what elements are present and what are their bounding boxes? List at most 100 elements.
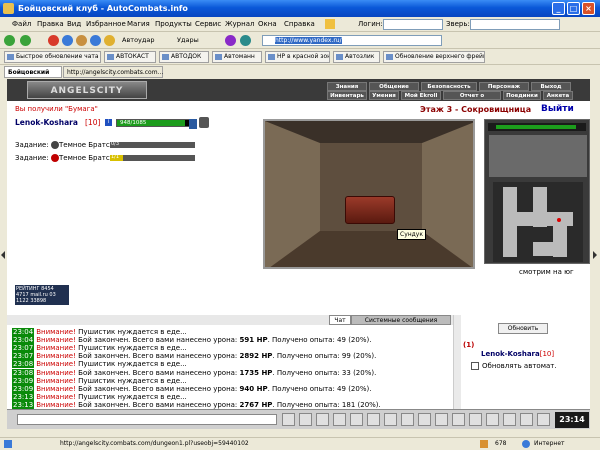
smile-icon[interactable]	[316, 413, 329, 426]
status-zone: Интернет	[534, 440, 565, 447]
mail-icon[interactable]	[452, 413, 465, 426]
clear-icon[interactable]	[299, 413, 312, 426]
link-fast-chat-refresh[interactable]: Быстрое обновление чата	[4, 51, 101, 63]
menu-file[interactable]: Файл	[12, 20, 31, 28]
minimap-panel	[484, 119, 590, 264]
status-count: 678	[495, 440, 507, 447]
udary-button[interactable]: Удары	[177, 36, 199, 44]
game-menu-security[interactable]: Безопасность	[421, 82, 477, 91]
login-input[interactable]	[383, 19, 443, 30]
player-level: [10]	[85, 118, 101, 127]
tab-angelscity[interactable]: http://angelscity.combats.com...	[63, 66, 163, 78]
minimize-button[interactable]: _	[552, 2, 565, 15]
filter-icon[interactable]	[333, 413, 346, 426]
map-icon[interactable]	[469, 413, 482, 426]
exit-icon[interactable]	[503, 413, 516, 426]
menu-edit[interactable]: Правка	[37, 20, 64, 28]
game-menu-fights[interactable]: Поединки	[503, 91, 541, 100]
magic-icon[interactable]	[225, 35, 236, 46]
menu-magic[interactable]: Магия	[127, 20, 150, 28]
music-icon[interactable]	[401, 413, 414, 426]
beast-select[interactable]	[470, 19, 560, 30]
player-name[interactable]: Lenok-Koshara	[15, 118, 78, 127]
dungeon-view[interactable]	[263, 119, 475, 269]
link-hp-red-zone[interactable]: HP в красной зоне	[265, 51, 330, 63]
options-icon[interactable]	[486, 413, 499, 426]
link-top-frame-refresh[interactable]: Обновление верхнего фрейма	[383, 51, 485, 63]
refresh-button[interactable]: Обновить	[498, 323, 548, 334]
tab-fight-club[interactable]: Бойцовский клуб	[4, 66, 62, 87]
menu-journal[interactable]: Журнал	[225, 20, 254, 28]
link-autodoc[interactable]: АВТОДОК	[159, 51, 209, 63]
internet-zone-icon	[522, 440, 530, 448]
online-player-name[interactable]: Lenok-Koshara	[481, 350, 540, 358]
back-icon[interactable]	[4, 35, 15, 46]
game-menu-communication[interactable]: Общение	[369, 82, 419, 91]
menu-windows[interactable]: Окна	[258, 20, 277, 28]
gear-icon[interactable]	[537, 413, 550, 426]
menu-products[interactable]: Продукты	[155, 20, 192, 28]
map-grid	[503, 187, 573, 257]
favorites-icon[interactable]	[104, 35, 115, 46]
send-icon[interactable]	[282, 413, 295, 426]
game-menu-ekroll[interactable]: Мой Ekroll	[401, 91, 441, 100]
link-autozlik[interactable]: Автозлик	[333, 51, 380, 63]
translit-icon[interactable]	[350, 413, 363, 426]
task-label: Задание:	[15, 141, 49, 149]
address-bar[interactable]: http://www.yandex.ru/	[262, 35, 442, 46]
sound-icon[interactable]	[418, 413, 431, 426]
rating-counter-badge[interactable]: РЕЙТИНГ 8454 4717 mail.ru 03 1122 33898	[15, 285, 69, 305]
task-label: Задание:	[15, 154, 49, 162]
search-icon[interactable]	[90, 35, 101, 46]
chat-input[interactable]	[17, 414, 277, 425]
task-progress-text: 1/1	[111, 154, 120, 160]
menu-view[interactable]: Вид	[67, 20, 81, 28]
forward-icon[interactable]	[20, 35, 31, 46]
rune-icon	[189, 119, 197, 129]
game-menu-knowledge[interactable]: Знания	[327, 82, 367, 91]
chest[interactable]	[345, 196, 395, 224]
received-item-message: Вы получили "Бумага"	[15, 105, 98, 113]
compass-icon[interactable]	[489, 135, 587, 177]
game-menu-transfer-report[interactable]: Отчет о переводах	[443, 91, 501, 108]
autoudar-button[interactable]: Автоудар	[122, 36, 155, 44]
game-menu-character[interactable]: Персонаж	[479, 82, 529, 91]
collapse-left-icon[interactable]	[1, 251, 5, 259]
friends-icon[interactable]	[384, 413, 397, 426]
game-menu-exit[interactable]: Выход	[531, 82, 571, 91]
page-icon	[4, 440, 12, 448]
exit-link[interactable]: Выйти	[541, 104, 574, 114]
online-player[interactable]: Lenok-Koshara[10]	[481, 350, 554, 358]
auto-refresh-checkbox[interactable]	[471, 362, 479, 370]
auto-refresh-option[interactable]: Обновлять автомат.	[471, 362, 557, 370]
hp-text: 948/1085	[120, 120, 147, 126]
chat-time[interactable]: 23:13	[12, 400, 35, 409]
tab-chat[interactable]: Чат	[329, 315, 351, 325]
chat-line: 23:13 Внимание! Бой закончен. Всего вами …	[12, 400, 452, 409]
menu-service[interactable]: Сервис	[195, 20, 221, 28]
help-icon[interactable]	[435, 413, 448, 426]
game-menu-inventory[interactable]: Инвентарь	[327, 91, 367, 100]
tab-system-messages[interactable]: Системные сообщения	[351, 315, 451, 325]
chat-scrollbar[interactable]	[453, 315, 461, 409]
collapse-right-icon[interactable]	[593, 251, 597, 259]
game-menu-profile[interactable]: Анкета	[543, 91, 573, 100]
close-button[interactable]: ×	[582, 2, 595, 15]
link-automann[interactable]: Автоманн	[212, 51, 262, 63]
link-autocast[interactable]: АВТОКАСТ	[104, 51, 156, 63]
task-row-2: Задание: Темное Братство 1/1	[15, 154, 215, 164]
stop-icon[interactable]	[48, 35, 59, 46]
refresh-icon[interactable]	[62, 35, 73, 46]
maximize-button[interactable]: □	[567, 2, 580, 15]
chat-settings-icon[interactable]	[367, 413, 380, 426]
chest-tooltip: Сундук	[397, 229, 426, 240]
filter-icon[interactable]	[240, 35, 251, 46]
home-icon[interactable]	[76, 35, 87, 46]
app-icon	[3, 3, 14, 14]
info-icon[interactable]: i	[105, 119, 112, 126]
menu-favorites[interactable]: Избранное	[86, 20, 126, 28]
game-menu-skills[interactable]: Умения	[369, 91, 399, 100]
people-icon[interactable]	[520, 413, 533, 426]
task-progress-bar: 1/1	[110, 154, 195, 161]
menu-help[interactable]: Справка	[284, 20, 315, 28]
